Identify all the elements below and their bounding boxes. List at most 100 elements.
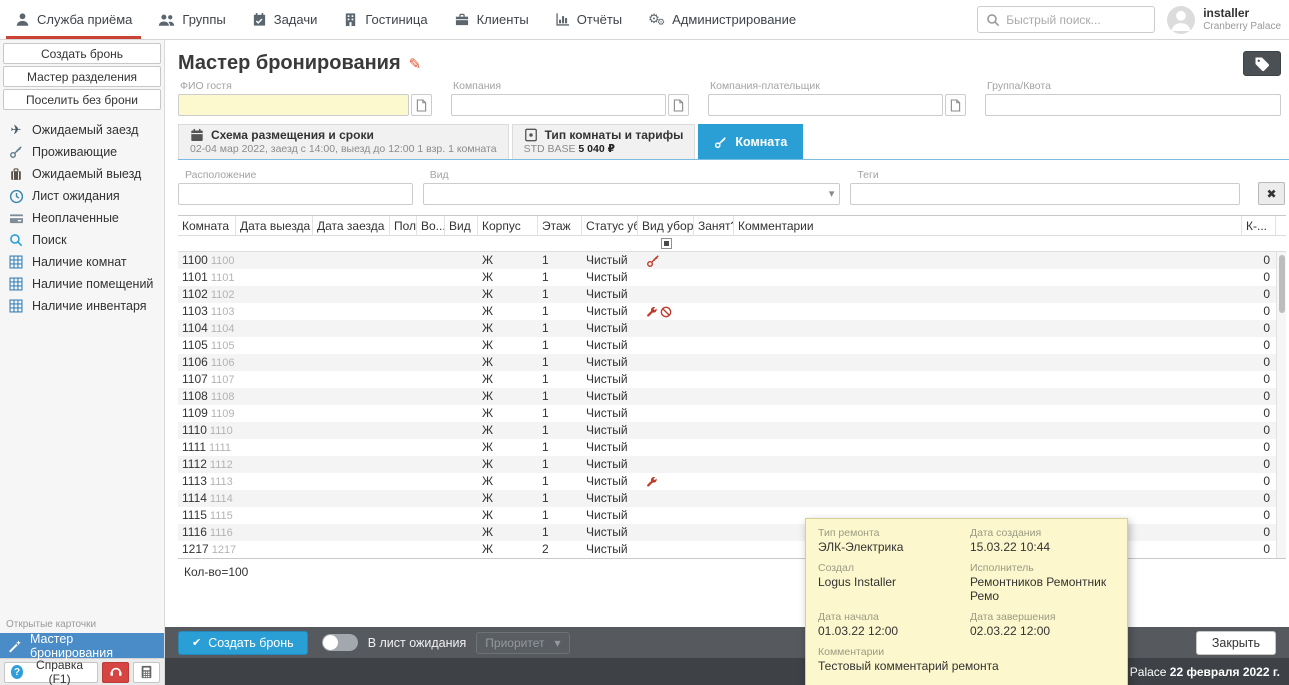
field-label: Компания-плательщик: [710, 80, 966, 92]
tooltip-value: Тестовый комментарий ремонта: [818, 659, 1115, 673]
sidebar-item-unpaid[interactable]: Неоплаченные: [0, 207, 164, 229]
table-row[interactable]: 11021102Ж1Чистый0: [178, 286, 1286, 303]
checkin-no-booking-button[interactable]: Поселить без брони: [3, 89, 161, 110]
payer-company-lookup-button[interactable]: [945, 94, 966, 116]
column-age[interactable]: Во...: [417, 216, 445, 235]
split-master-button[interactable]: Мастер разделения: [3, 66, 161, 87]
nav-item-clients[interactable]: Клиенты: [441, 0, 542, 39]
payer-company-input[interactable]: [708, 94, 943, 116]
company-input[interactable]: [451, 94, 666, 116]
column-view[interactable]: Вид: [445, 216, 478, 235]
tooltip-label: Дата завершения: [970, 611, 1115, 623]
company-lookup-button[interactable]: [668, 94, 689, 116]
nav-item-tasks[interactable]: Задачи: [239, 0, 331, 39]
support-button[interactable]: [102, 662, 129, 683]
sidebar-item-inventory-availability[interactable]: Наличие инвентаря: [0, 295, 164, 317]
table-row[interactable]: 11131113Ж1Чистый0: [178, 473, 1286, 490]
filter-view-input[interactable]: ▾: [423, 183, 841, 205]
column-cleaning-kind[interactable]: Вид уборки: [638, 216, 694, 235]
cell-room: 11121112: [178, 456, 236, 474]
nav-item-reports[interactable]: Отчёты: [542, 0, 635, 39]
scrollbar-thumb[interactable]: [1279, 255, 1285, 313]
guest-name-lookup-button[interactable]: [411, 94, 432, 116]
groups-icon: [158, 13, 175, 27]
nav-item-reception[interactable]: Служба приёма: [2, 0, 145, 39]
statusbar-date: 22 февраля 2022 г.: [1170, 665, 1280, 679]
table-row[interactable]: 11081108Ж1Чистый0: [178, 388, 1286, 405]
cell-building: Ж: [478, 269, 538, 286]
tab-room[interactable]: Комната: [698, 124, 803, 159]
edit-pencil-icon[interactable]: ✎: [409, 55, 422, 73]
table-row[interactable]: 11011101Ж1Чистый0: [178, 269, 1286, 286]
column-building[interactable]: Корпус: [478, 216, 538, 235]
tooltip-label: Тип ремонта: [818, 527, 970, 539]
table-row[interactable]: 11041104Ж1Чистый0: [178, 320, 1286, 337]
cell-count: 0: [1242, 456, 1276, 473]
cell-count: 0: [1242, 524, 1276, 541]
quick-search[interactable]: [977, 6, 1155, 33]
sidebar-item-expected-departure[interactable]: Ожидаемый выезд: [0, 163, 164, 185]
table-row[interactable]: 11121112Ж1Чистый0: [178, 456, 1286, 473]
column-floor[interactable]: Этаж: [538, 216, 582, 235]
cell-building: Ж: [478, 371, 538, 388]
column-date-out[interactable]: Дата выезда: [236, 216, 313, 235]
waitlist-toggle[interactable]: [322, 634, 358, 651]
cell-building: Ж: [478, 337, 538, 354]
table-row[interactable]: 11101110Ж1Чистый0: [178, 422, 1286, 439]
column-comments[interactable]: Комментарии: [734, 216, 1242, 235]
column-gender[interactable]: Пол: [390, 216, 417, 235]
grid-icon: [8, 299, 24, 313]
vertical-scrollbar[interactable]: [1276, 252, 1286, 558]
sidebar-item-guests-inhouse[interactable]: Проживающие: [0, 141, 164, 163]
close-button[interactable]: Закрыть: [1196, 631, 1276, 655]
cell-room: 11021102: [178, 286, 236, 304]
column-count[interactable]: К-...: [1242, 216, 1276, 235]
user-name: installer: [1203, 7, 1281, 21]
column-room[interactable]: Комната: [178, 216, 236, 235]
table-row[interactable]: 11141114Ж1Чистый0: [178, 490, 1286, 507]
tab-schedule[interactable]: Схема размещения и сроки02-04 мар 2022, …: [178, 124, 509, 159]
column-occupied[interactable]: Занят?: [694, 216, 734, 235]
sidebar-item-search[interactable]: Поиск: [0, 229, 164, 251]
cell-count: 0: [1242, 354, 1276, 371]
create-booking-button[interactable]: ✔ Создать бронь: [178, 631, 308, 655]
table-row[interactable]: 11051105Ж1Чистый0: [178, 337, 1286, 354]
occupied-filter-checkbox[interactable]: [661, 238, 672, 249]
table-row[interactable]: 11091109Ж1Чистый0: [178, 405, 1286, 422]
create-booking-button[interactable]: Создать бронь: [3, 43, 161, 64]
nav-item-admin[interactable]: ⚙⚙Администрирование: [635, 0, 809, 39]
calendar-icon: [190, 128, 204, 142]
clear-filters-button[interactable]: ✖: [1258, 182, 1285, 205]
cell-floor: 1: [538, 269, 582, 286]
sidebar-card-booking-master[interactable]: Мастер бронирования: [0, 633, 164, 658]
group-quota-input[interactable]: [985, 94, 1281, 116]
cell-floor: 1: [538, 303, 582, 320]
sidebar-item-space-availability[interactable]: Наличие помещений: [0, 273, 164, 295]
filter-tags-input[interactable]: [850, 183, 1240, 205]
tab-roomtype[interactable]: Тип комнаты и тарифыSTD BASE 5 040 ₽: [512, 124, 696, 159]
tags-button[interactable]: [1243, 51, 1281, 76]
tooltip-label: Создал: [818, 562, 970, 574]
sidebar-item-expected-arrival[interactable]: ✈Ожидаемый заезд: [0, 119, 164, 141]
filter-location-input[interactable]: [178, 183, 413, 205]
table-row[interactable]: 11071107Ж1Чистый0: [178, 371, 1286, 388]
help-button[interactable]: ? Справка (F1): [4, 662, 98, 683]
nav-item-hotel[interactable]: Гостиница: [330, 0, 440, 39]
cell-clean-status: Чистый: [582, 303, 638, 320]
cell-clean-status: Чистый: [582, 388, 638, 405]
sidebar-item-room-availability[interactable]: Наличие комнат: [0, 251, 164, 273]
guest-name-input[interactable]: [178, 94, 409, 116]
calculator-button[interactable]: [133, 662, 160, 683]
table-row[interactable]: 11001100Ж1Чистый0: [178, 252, 1286, 269]
magnifier-icon: [8, 233, 24, 247]
table-row[interactable]: 11031103Ж1Чистый0: [178, 303, 1286, 320]
table-row[interactable]: 11061106Ж1Чистый0: [178, 354, 1286, 371]
table-row[interactable]: 11111111Ж1Чистый0: [178, 439, 1286, 456]
sidebar-item-waiting-list[interactable]: Лист ожидания: [0, 185, 164, 207]
column-date-in[interactable]: Дата заезда: [313, 216, 390, 235]
user-menu[interactable]: installer Cranberry Palace: [1167, 6, 1283, 34]
quick-search-input[interactable]: [1006, 13, 1146, 27]
cell-floor: 1: [538, 286, 582, 303]
nav-item-groups[interactable]: Группы: [145, 0, 238, 39]
column-clean-status[interactable]: Статус уб...: [582, 216, 638, 235]
